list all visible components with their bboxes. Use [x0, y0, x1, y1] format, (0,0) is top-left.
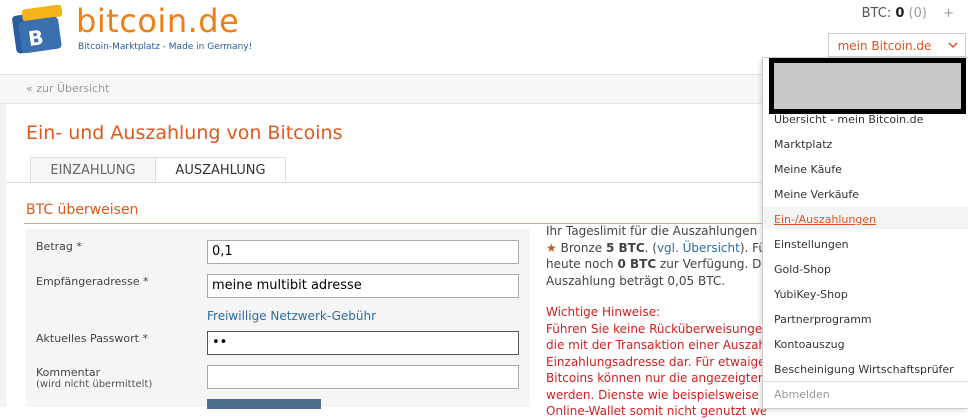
account-dropdown-menu: Übersicht - mein Bitcoin.de Marktplatz M… — [762, 57, 968, 409]
info-today-label: heute noch — [546, 257, 618, 271]
important-notes: Wichtige Hinweise: Führen Sie keine Rück… — [546, 304, 766, 420]
warning-line: Online-Wallet somit nicht genutzt wer — [546, 404, 766, 418]
menu-item-yubikey-shop[interactable]: YubiKey-Shop — [774, 288, 848, 301]
tab-auszahlung[interactable]: AUSZAHLUNG — [155, 157, 286, 183]
redacted-user-box — [769, 58, 966, 114]
address-label-text: Empfängeradresse — [36, 275, 140, 288]
tab-einzahlung[interactable]: EINZAHLUNG — [30, 157, 156, 183]
dropdown-separator — [763, 381, 968, 382]
password-input[interactable]: •• — [207, 331, 519, 355]
amount-label: Betrag * — [36, 240, 82, 253]
info-line-3-rest: zur Verfügung. Die — [656, 257, 766, 271]
submit-button[interactable] — [207, 399, 321, 409]
warning-line: Einzahlungsadresse dar. Für etwaige ( — [546, 354, 766, 369]
info-limit-value: 5 BTC — [605, 240, 645, 255]
breadcrumb-back-link[interactable]: « zur Übersicht — [26, 82, 109, 95]
required-mark: * — [76, 240, 82, 253]
menu-item-marketplace[interactable]: Marktplatz — [774, 138, 832, 151]
required-mark: * — [142, 332, 148, 345]
required-mark: * — [143, 275, 149, 288]
warning-line: Führen Sie keine Rücküberweisungen — [546, 321, 766, 336]
info-available-value: 0 BTC — [617, 257, 657, 271]
address-label: Empfängeradresse * — [36, 275, 149, 288]
menu-item-auditor-certificate[interactable]: Bescheinigung Wirtschaftsprüfer — [774, 363, 954, 376]
menu-item-purchases[interactable]: Meine Käufe — [774, 163, 842, 176]
comment-label: Kommentar — [36, 366, 101, 379]
menu-item-statement[interactable]: Kontoauszug — [774, 338, 845, 351]
info-separator: . ( — [644, 240, 657, 255]
account-menu-button[interactable]: mein Bitcoin.de — [828, 33, 941, 57]
warning-line: werden. Dienste wie beispielsweise S — [546, 387, 766, 402]
chevron-down-icon — [948, 42, 958, 49]
amount-label-text: Betrag — [36, 240, 73, 253]
account-menu-toggle[interactable] — [940, 33, 966, 57]
balance-value: 0 — [895, 6, 905, 21]
password-label-text: Aktuelles Passwort — [36, 332, 139, 345]
add-funds-button[interactable]: + — [943, 6, 954, 21]
bitcoin-wallet-logo-icon[interactable]: B — [12, 4, 66, 55]
info-line-4: Auszahlung beträgt 0,05 BTC. — [546, 273, 726, 288]
menu-item-logout[interactable]: Abmelden — [774, 388, 830, 401]
menu-item-gold-shop[interactable]: Gold-Shop — [774, 263, 831, 276]
info-line-2: ★ Bronze 5 BTC. (vgl. Übersicht). Fü — [546, 240, 766, 257]
recipient-address-input[interactable]: meine multibit adresse — [207, 274, 519, 298]
network-fee-link[interactable]: Freiwillige Netzwerk-Gebühr — [207, 309, 376, 323]
warning-heading: Wichtige Hinweise: — [546, 305, 661, 319]
balance-label: BTC: — [861, 6, 892, 21]
menu-item-overview[interactable]: Übersicht - mein Bitcoin.de — [774, 113, 923, 126]
comment-sublabel: (wird nicht übermittelt) — [36, 379, 153, 390]
menu-item-partner-program[interactable]: Partnerprogramm — [774, 313, 872, 326]
warning-line: die mit der Transaktion einer Auszahl — [546, 338, 766, 352]
comment-input[interactable] — [207, 365, 519, 389]
daily-limit-info: Ihr Tageslimit für die Auszahlungen b ★ … — [546, 223, 766, 289]
amount-input[interactable]: 0,1 — [207, 240, 519, 264]
menu-item-sales[interactable]: Meine Verkäufe — [774, 188, 859, 201]
tab-divider — [6, 182, 766, 183]
brand-tagline: Bitcoin-Marktplatz - Made in Germany! — [78, 42, 253, 52]
password-label: Aktuelles Passwort * — [36, 332, 148, 345]
btc-balance: BTC: 0 (0) + — [862, 6, 954, 21]
page-title: Ein- und Auszahlung von Bitcoins — [26, 122, 343, 144]
warning-line: Bitcoins können nur die angezeigten — [546, 371, 766, 385]
balance-pending: (0) — [908, 6, 927, 21]
section-title: BTC überweisen — [26, 202, 139, 218]
info-line-1: Ihr Tageslimit für die Auszahlungen b — [546, 224, 766, 238]
brand-name[interactable]: bitcoin.de — [76, 2, 239, 40]
info-bronze-label: Bronze — [560, 240, 606, 255]
menu-item-settings[interactable]: Einstellungen — [774, 238, 849, 251]
overview-link[interactable]: vgl. Übersicht — [657, 241, 740, 255]
info-line-3: heute noch 0 BTC zur Verfügung. Die — [546, 256, 766, 273]
bronze-star-icon: ★ — [546, 240, 557, 255]
menu-item-deposits-withdrawals[interactable]: Ein-/Auszahlungen — [774, 213, 876, 226]
